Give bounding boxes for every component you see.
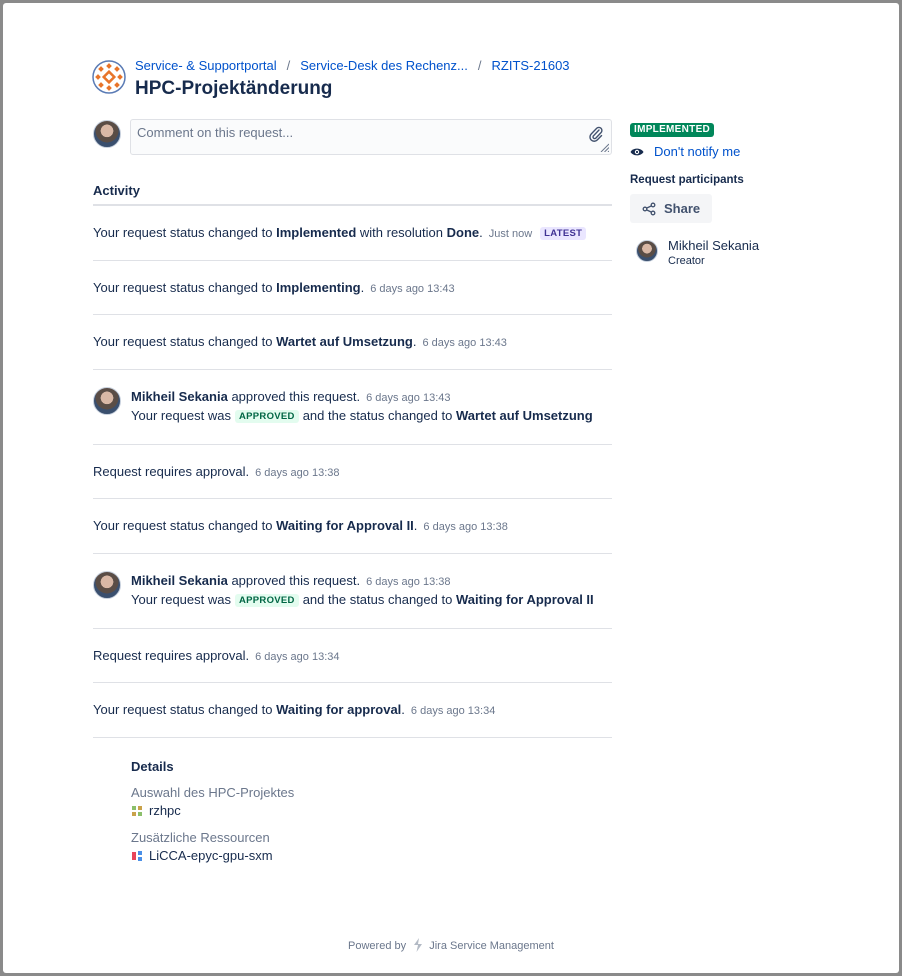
paperclip-icon[interactable] [589, 126, 603, 142]
status-name: Waiting for Approval II [455, 591, 594, 607]
activity-list: Your request status changed to Implement… [93, 206, 612, 738]
timestamp: 6 days ago 13:43 [366, 391, 451, 404]
notify-label[interactable]: Don't notify me [654, 144, 740, 159]
activity-item: Your request status changed to Implement… [93, 206, 612, 261]
activity-item: Request requires approval. 6 days ago 13:… [93, 445, 612, 499]
activity-text: Your request was [131, 591, 231, 607]
timestamp: 6 days ago 13:34 [410, 705, 496, 717]
avatar [93, 570, 121, 599]
footer: Powered by Jira Service Management [0, 938, 902, 952]
field-value: rzhpc [131, 803, 531, 818]
details-section: Details Auswahl des HPC-Projektes rzhpc … [131, 759, 531, 875]
approver-name: Mikheil Sekania [131, 388, 228, 404]
timestamp: Just now [488, 228, 533, 240]
activity-item: Your request status changed to Waiting f… [93, 499, 612, 554]
activity-text: Your request was [131, 407, 231, 423]
activity-text: Your request status changed to [93, 702, 277, 717]
details-title: Details [131, 759, 174, 774]
share-label: Share [664, 201, 701, 216]
status-name: Waiting for Approval II [276, 518, 414, 533]
status-name: Implemented [276, 225, 357, 240]
approved-badge: APPROVED [234, 409, 299, 423]
field-value-text: rzhpc [149, 803, 181, 818]
activity-text: Request requires approval. [93, 463, 250, 479]
activity-item: Your request status changed to Waiting f… [93, 683, 612, 738]
eye-icon [630, 148, 644, 155]
breadcrumb: Service- & Supportportal / Service-Desk … [135, 58, 570, 74]
approver-name: Mikheil Sekania [131, 572, 228, 588]
breadcrumb-service-desk-link[interactable]: Service-Desk des Rechenz... [300, 58, 468, 74]
status-badge: IMPLEMENTED [630, 123, 715, 137]
activity-text: approved this request. [227, 388, 361, 404]
activity-text: and the status changed to [302, 591, 456, 607]
timestamp: 6 days ago 13:38 [255, 466, 340, 479]
activity-text: . [479, 225, 483, 240]
comment-placeholder: Comment on this request... [137, 125, 294, 140]
timestamp: 6 days ago 13:43 [370, 282, 455, 295]
activity-text: . [412, 334, 417, 349]
avatar [93, 120, 121, 148]
project-icon [132, 805, 142, 816]
activity-item: Your request status changed to Implement… [93, 261, 612, 315]
activity-text: . [401, 702, 405, 717]
timestamp: 6 days ago 13:38 [423, 521, 508, 533]
resize-grip-icon[interactable] [600, 143, 609, 152]
activity-text: approved this request. [227, 572, 361, 588]
page-title: HPC-Projektänderung [135, 78, 333, 99]
participant-name: Mikheil Sekania [668, 238, 760, 253]
jira-service-management-icon [414, 938, 423, 952]
activity-text: Your request status changed to [93, 334, 277, 349]
status-name: Waiting for approval [276, 702, 402, 717]
field-value-text: LiCCA-epyc-gpu-sxm [149, 848, 273, 863]
timestamp: 6 days ago 13:38 [366, 575, 451, 588]
avatar [636, 240, 658, 262]
breadcrumb-separator: / [477, 58, 482, 73]
comment-input[interactable]: Comment on this request... [130, 119, 612, 155]
field-value: LiCCA-epyc-gpu-sxm [131, 848, 531, 863]
status-name: Implementing [276, 279, 361, 295]
avatar [93, 386, 121, 415]
activity-text: and the status changed to [302, 407, 456, 423]
activity-text: Your request status changed to [93, 279, 277, 295]
timestamp: 6 days ago 13:34 [255, 650, 340, 663]
footer-product-link[interactable]: Jira Service Management [429, 940, 554, 952]
breadcrumb-portal-link[interactable]: Service- & Supportportal [135, 58, 277, 74]
activity-heading: Activity [93, 183, 140, 198]
activity-text: Request requires approval. [93, 647, 250, 663]
activity-text: with resolution [356, 225, 447, 240]
participant-role: Creator [668, 255, 705, 267]
breadcrumb-issue-key-link[interactable]: RZITS-21603 [492, 58, 570, 74]
share-button[interactable]: Share [630, 194, 713, 223]
activity-text: Your request status changed to [93, 225, 277, 240]
breadcrumb-separator: / [286, 58, 291, 73]
activity-text: Your request status changed to [93, 518, 277, 533]
timestamp: 6 days ago 13:43 [422, 337, 507, 349]
field-label: Zusätzliche Ressourcen [131, 830, 270, 845]
participant-item: Mikheil Sekania Creator [630, 238, 860, 267]
footer-prefix: Powered by [348, 940, 407, 952]
participants-heading: Request participants [630, 174, 744, 186]
activity-text: . [413, 518, 418, 533]
share-icon [642, 202, 656, 215]
approved-badge: APPROVED [234, 593, 299, 607]
portal-logo-icon [92, 60, 126, 94]
activity-item-approval: Mikheil Sekania approved this request. 6 … [93, 370, 612, 445]
status-name: Wartet auf Umsetzung [276, 334, 413, 349]
activity-item: Your request status changed to Wartet au… [93, 315, 612, 370]
resolution-name: Done [446, 225, 480, 240]
activity-text: . [360, 279, 365, 295]
latest-badge: LATEST [540, 227, 587, 240]
status-name: Wartet auf Umsetzung [455, 407, 593, 423]
activity-item-approval: Mikheil Sekania approved this request. 6 … [93, 554, 612, 629]
activity-item: Request requires approval. 6 days ago 13:… [93, 629, 612, 683]
notify-toggle[interactable]: Don't notify me [630, 144, 860, 159]
resource-icon [132, 850, 142, 861]
field-label: Auswahl des HPC-Projektes [131, 785, 295, 800]
sidebar: IMPLEMENTED Don't notify me Request part… [630, 119, 860, 267]
